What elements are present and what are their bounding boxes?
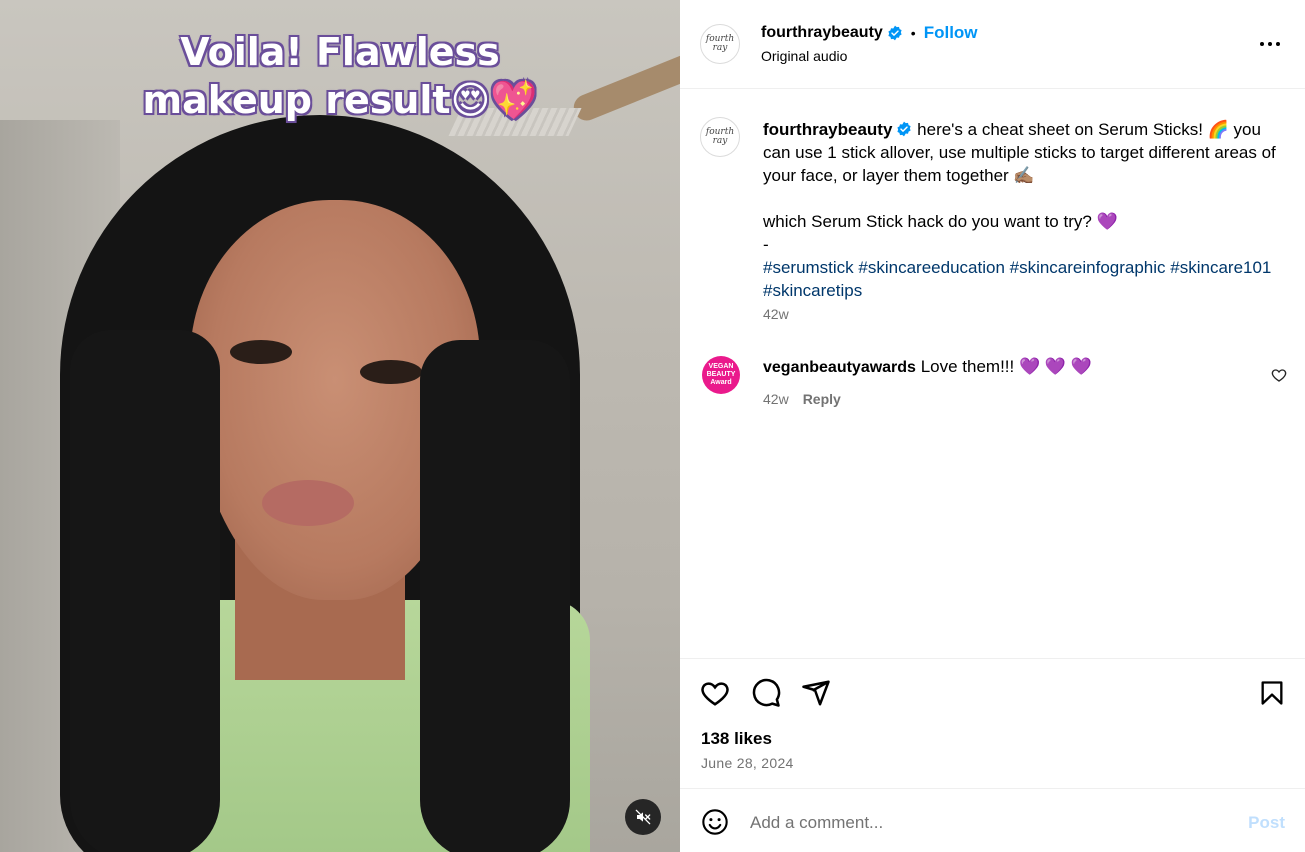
more-horizontal-icon [1260,42,1280,46]
author-username[interactable]: fourthraybeauty [761,24,883,42]
hair-front-right [420,340,570,852]
comment-meta: 42w Reply [763,391,841,407]
comment-like-heart-icon[interactable] [1271,367,1287,383]
heart-icon [701,682,729,706]
brand-mark: fourth ray [705,34,735,53]
more-options-button[interactable] [1257,32,1283,56]
likes-count[interactable]: 138 likes [701,729,772,749]
post-header: fourth ray fourthraybeauty • Follow Orig… [680,0,1305,89]
like-button[interactable] [699,677,731,709]
save-button[interactable] [1256,677,1288,709]
original-audio-link[interactable]: Original audio [761,48,847,64]
comment-bubble-icon [752,678,781,707]
mute-toggle-button[interactable] [625,799,661,835]
emoji-smiley-icon[interactable] [701,808,729,836]
bookmark-icon [1261,681,1283,705]
comment-text: Love them!!! 💜 💜 💜 [920,357,1092,376]
comment-item: VEGAN BEAUTY Award veganbeautyawards Lov… [680,350,1305,420]
reply-button[interactable]: Reply [803,391,841,407]
commenter-username[interactable]: veganbeautyawards [763,359,916,376]
overlay-line-2: makeup result😍💖 [142,78,538,122]
comment-input[interactable] [750,809,1220,837]
hair-front-left [70,330,220,852]
comment-timestamp[interactable]: 42w [763,391,789,407]
verified-badge-icon [888,25,902,41]
comment-body: veganbeautyawards Love them!!! 💜 💜 💜 [763,357,1092,377]
caption-author-avatar[interactable]: fourth ray [700,117,740,157]
post-comment-button[interactable]: Post [1248,813,1285,833]
commenter-avatar-text: VEGAN BEAUTY Award [706,363,736,386]
verified-badge-icon [897,121,912,137]
post-date[interactable]: June 28, 2024 [701,755,794,771]
post-detail-panel: fourth ray fourthraybeauty • Follow Orig… [680,0,1305,852]
caption-hashtags[interactable]: #serumstick #skincareeducation #skincare… [763,258,1271,300]
author-line: fourthraybeauty • Follow [761,23,978,43]
right-eye [360,360,422,384]
caption-line-2: which Serum Stick hack do you want to tr… [763,212,1118,231]
brand-mark: fourth ray [705,127,735,146]
speaker-muted-icon [635,809,651,825]
reel-video[interactable]: Voila! Flawless makeup result😍💖 [0,0,680,852]
caption-line-3: - [763,235,769,254]
paper-plane-icon [802,680,830,706]
video-overlay-caption: Voila! Flawless makeup result😍💖 [0,28,680,124]
commenter-avatar[interactable]: VEGAN BEAUTY Award [702,356,740,394]
comment-button[interactable] [750,677,782,709]
caption-timestamp[interactable]: 42w [763,306,789,322]
left-eye [230,340,292,364]
author-avatar[interactable]: fourth ray [700,24,740,64]
overlay-line-1: Voila! Flawless [180,30,500,74]
follow-button[interactable]: Follow [924,23,978,43]
separator-dot: • [910,25,916,41]
caption-text: fourthraybeauty here's a cheat sheet on … [763,118,1288,302]
lips [262,480,354,526]
post-actions: 138 likes June 28, 2024 [680,658,1305,788]
add-comment-form: Post [680,788,1305,852]
caption-username[interactable]: fourthraybeauty [763,120,892,139]
share-button[interactable] [800,677,832,709]
